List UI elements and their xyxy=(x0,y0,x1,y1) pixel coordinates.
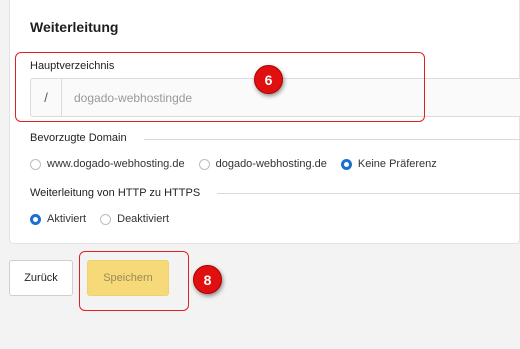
redirect-card xyxy=(9,0,520,244)
radio-indicator xyxy=(30,158,41,170)
radio-indicator xyxy=(198,158,210,170)
radio-label: www.dogado-webhosting.de xyxy=(47,158,185,170)
preferred-domain-label: Bevorzugte Domain xyxy=(30,132,127,144)
preferred-domain-options: www.dogado-webhosting.de dogado-webhosti… xyxy=(30,158,451,170)
radio-label: Deaktiviert xyxy=(117,213,170,225)
back-button[interactable]: Zurück xyxy=(9,260,73,296)
annotation-badge-6: 6 xyxy=(254,65,283,94)
highlight-root-dir xyxy=(15,52,425,122)
radio-indicator-selected xyxy=(30,213,41,225)
section-title: Weiterleitung xyxy=(30,19,119,35)
radio-no-preference[interactable]: Keine Präferenz xyxy=(340,158,437,170)
radio-https-enabled[interactable]: Aktiviert xyxy=(30,213,86,225)
highlight-save xyxy=(79,251,189,311)
radio-label: Keine Präferenz xyxy=(357,158,437,170)
radio-https-disabled[interactable]: Deaktiviert xyxy=(100,213,169,225)
https-redirect-label: Weiterleitung von HTTP zu HTTPS xyxy=(30,187,201,199)
radio-plain-domain[interactable]: dogado-webhosting.de xyxy=(198,158,327,170)
radio-indicator xyxy=(100,213,112,225)
https-redirect-options: Aktiviert Deaktiviert xyxy=(30,213,183,225)
radio-label: dogado-webhosting.de xyxy=(215,158,327,170)
radio-indicator-selected xyxy=(340,158,352,170)
divider xyxy=(217,193,520,194)
divider xyxy=(144,139,520,140)
annotation-badge-8: 8 xyxy=(193,265,222,294)
radio-www-domain[interactable]: www.dogado-webhosting.de xyxy=(30,158,185,170)
radio-label: Aktiviert xyxy=(47,213,87,225)
